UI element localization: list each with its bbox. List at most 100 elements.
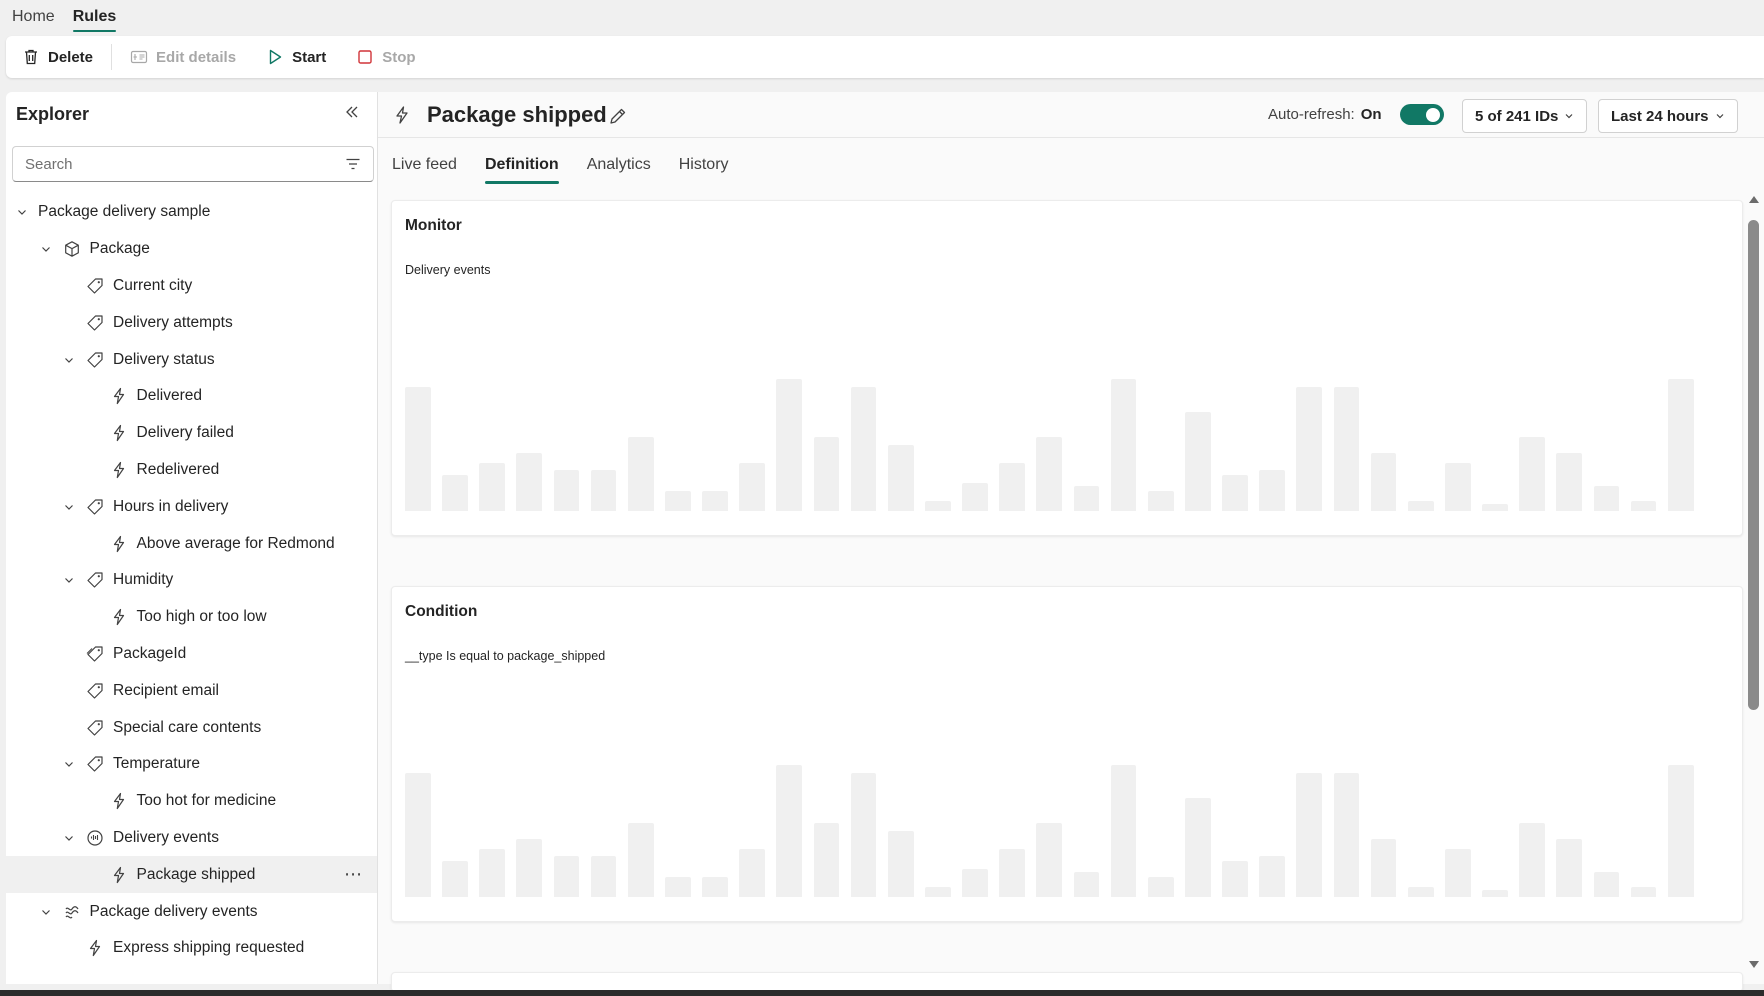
tree-item[interactable]: Hours in delivery	[6, 488, 377, 525]
placeholder-bar	[1036, 822, 1063, 897]
filter-icon[interactable]	[345, 156, 361, 176]
placeholder-bar	[1073, 486, 1100, 511]
delete-label: Delete	[48, 48, 94, 66]
tree-item[interactable]: Recipient email	[6, 672, 377, 709]
event-icon	[85, 828, 105, 848]
tab-live-feed[interactable]: Live feed	[392, 150, 457, 184]
tree-item[interactable]: Humidity	[6, 562, 377, 599]
chevron-down-icon[interactable]	[61, 572, 77, 588]
ids-dropdown-label: 5 of 241 IDs	[1475, 107, 1559, 125]
delete-button[interactable]: Delete	[22, 42, 93, 72]
tree-item[interactable]: Express shipping requested	[6, 930, 377, 967]
placeholder-bar	[813, 436, 840, 511]
tag-icon	[85, 497, 105, 517]
tree-item[interactable]: Above average for Redmond	[6, 525, 377, 562]
tree-item[interactable]: Temperature	[6, 746, 377, 783]
tree-item[interactable]: Package delivery events	[6, 893, 377, 930]
placeholder-bar	[553, 855, 580, 897]
autorefresh-text: Auto-refresh:	[1268, 106, 1355, 123]
explorer-panel: Explorer Package delivery sample Package C…	[6, 92, 378, 984]
chevron-down-icon[interactable]	[38, 241, 54, 257]
tree-item[interactable]: Delivered	[6, 378, 377, 415]
condition-subtitle: __type Is equal to package_shipped	[405, 649, 606, 663]
more-options-icon[interactable]: ⋯	[344, 864, 363, 885]
collapse-panel-icon[interactable]	[344, 104, 360, 125]
tree-item-label: Package delivery events	[89, 902, 258, 920]
placeholder-bar	[1444, 463, 1471, 511]
placeholder-bar	[1333, 387, 1360, 511]
placeholder-bar	[1667, 765, 1694, 897]
chevron-down-icon[interactable]	[14, 204, 30, 220]
placeholder-bar	[1444, 849, 1471, 897]
placeholder-bar	[590, 855, 617, 897]
pencil-icon[interactable]	[608, 106, 628, 131]
tree-item[interactable]: Delivery failed	[6, 415, 377, 452]
tree-item[interactable]: Too high or too low	[6, 599, 377, 636]
placeholder-bar	[1036, 436, 1063, 511]
vertical-scrollbar[interactable]	[1744, 188, 1762, 978]
nav-tab-rules[interactable]: Rules	[72, 2, 116, 32]
placeholder-bar	[1630, 887, 1657, 897]
autorefresh-label: Auto-refresh: On	[1268, 106, 1382, 123]
tree-item[interactable]: Package delivery sample	[6, 194, 377, 231]
tree-item[interactable]: Too hot for medicine	[6, 783, 377, 820]
tree-item[interactable]: Package shipped ⋯	[6, 856, 377, 894]
tree-item-label: Delivery failed	[136, 424, 234, 442]
start-button[interactable]: Start	[266, 42, 326, 72]
tab-history[interactable]: History	[679, 150, 729, 184]
stop-button[interactable]: Stop	[356, 42, 416, 72]
tree-item[interactable]: Delivery status	[6, 341, 377, 378]
placeholder-bar	[813, 822, 840, 897]
flash-icon	[109, 791, 129, 811]
tree-item-label: Too hot for medicine	[136, 792, 277, 810]
autorefresh-toggle[interactable]	[1400, 104, 1444, 125]
ids-dropdown[interactable]: 5 of 241 IDs	[1462, 99, 1588, 133]
tab-definition[interactable]: Definition	[484, 150, 559, 184]
chevron-down-icon[interactable]	[61, 352, 77, 368]
chevron-down-icon[interactable]	[61, 756, 77, 772]
monitor-card: Monitor Delivery events	[391, 200, 1743, 536]
explorer-title: Explorer	[16, 104, 90, 124]
tag-icon	[85, 681, 105, 701]
tab-analytics[interactable]: Analytics	[587, 150, 651, 184]
tree-item[interactable]: Delivery attempts	[6, 304, 377, 341]
placeholder-bar	[1370, 839, 1397, 897]
flash-icon	[109, 607, 129, 627]
tree-item[interactable]: Redelivered	[6, 452, 377, 489]
tree-item[interactable]: Delivery events	[6, 820, 377, 857]
search-input[interactable]	[25, 155, 325, 173]
condition-placeholder-bars	[405, 757, 1705, 897]
stop-icon	[358, 50, 372, 64]
placeholder-bar	[1184, 412, 1211, 511]
placeholder-bar	[516, 453, 543, 511]
tree-item[interactable]: Current city	[6, 268, 377, 305]
tree-item[interactable]: PackageId	[6, 636, 377, 673]
time-range-dropdown[interactable]: Last 24 hours	[1598, 99, 1738, 133]
tree-item-label: Recipient email	[113, 681, 219, 699]
scroll-thumb[interactable]	[1748, 220, 1759, 710]
placeholder-bar	[664, 877, 691, 897]
autorefresh-state: On	[1360, 106, 1382, 123]
condition-title: Condition	[405, 603, 478, 620]
window-bottom-edge	[0, 990, 1764, 996]
nav-tab-home[interactable]: Home	[12, 2, 55, 32]
edit-details-button[interactable]: Edit details	[130, 42, 236, 72]
chevron-down-icon[interactable]	[38, 904, 54, 920]
chevron-down-icon[interactable]	[61, 830, 77, 846]
placeholder-bar	[405, 387, 431, 511]
scroll-up-arrow-icon[interactable]	[1748, 194, 1760, 204]
toggle-knob	[1426, 107, 1440, 122]
placeholder-bar	[776, 379, 803, 511]
chevron-down-icon[interactable]	[61, 499, 77, 515]
placeholder-bar	[962, 482, 988, 511]
tree-item[interactable]: Package	[6, 231, 377, 268]
scroll-down-arrow-icon[interactable]	[1748, 960, 1760, 970]
flash-icon	[85, 938, 105, 958]
tree-item[interactable]: Special care contents	[6, 709, 377, 746]
toolbar-divider	[111, 44, 113, 70]
placeholder-bar	[850, 387, 877, 511]
tree-item-label: Above average for Redmond	[136, 534, 335, 552]
